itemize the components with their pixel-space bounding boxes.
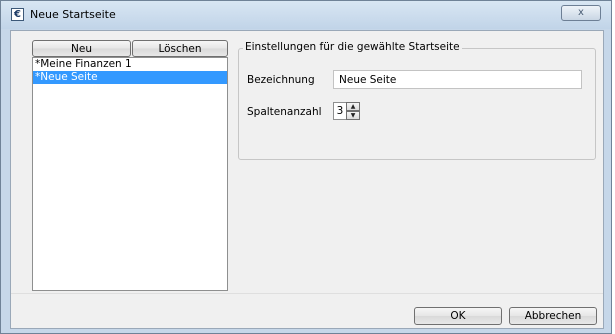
footer-divider [11, 293, 603, 294]
dialog-window: € Neue Startseite x Neu Löschen *Meine F… [0, 0, 612, 334]
settings-group: Einstellungen für die gewählte Startseit… [238, 41, 596, 160]
columns-stepper-value[interactable]: 3 [333, 102, 347, 120]
list-item-selected[interactable]: *Neue Seite [33, 71, 227, 84]
window-title: Neue Startseite [30, 8, 116, 21]
ok-button[interactable]: OK [414, 307, 502, 325]
stepper-up-button[interactable]: ▲ [346, 102, 360, 111]
new-page-button[interactable]: Neu [32, 40, 131, 57]
cancel-button[interactable]: Abbrechen [509, 307, 597, 325]
name-input[interactable] [333, 70, 582, 89]
columns-label: Spaltenanzahl [247, 106, 322, 118]
dialog-body: Neu Löschen *Meine Finanzen 1 *Neue Seit… [10, 30, 604, 329]
delete-page-button[interactable]: Löschen [132, 40, 228, 57]
stepper-down-button[interactable]: ▼ [346, 111, 360, 120]
startpage-list[interactable]: *Meine Finanzen 1 *Neue Seite [32, 57, 228, 291]
name-label: Bezeichnung [247, 74, 315, 86]
title-bar[interactable]: € Neue Startseite x [1, 1, 611, 29]
arrow-down-icon: ▼ [350, 112, 356, 119]
close-icon: x [578, 7, 584, 18]
list-item[interactable]: *Meine Finanzen 1 [33, 58, 227, 71]
arrow-up-icon: ▲ [350, 103, 356, 110]
close-button[interactable]: x [561, 5, 601, 21]
euro-icon: € [11, 8, 24, 21]
settings-group-title: Einstellungen für die gewählte Startseit… [243, 41, 462, 53]
